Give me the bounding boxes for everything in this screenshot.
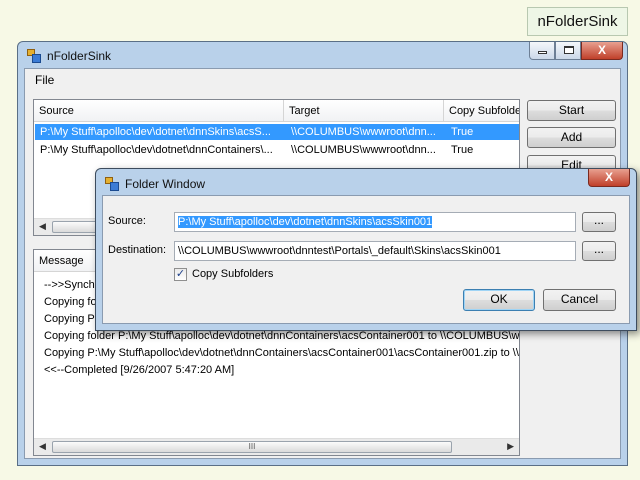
message-line: Copying P:\ bbox=[44, 313, 101, 325]
message-line: <<--Completed [9/26/2007 5:47:20 AM] bbox=[44, 364, 235, 376]
source-label: Source: bbox=[108, 215, 146, 227]
folder-window-dialog: Folder Window X Source: P:\My Stuff\apol… bbox=[95, 168, 637, 331]
row-target: \\COLUMBUS\wwwroot\dnn... bbox=[291, 144, 436, 156]
menu-file[interactable]: File bbox=[35, 73, 54, 87]
checkmark-icon: ✓ bbox=[175, 268, 186, 280]
folder-row[interactable]: P:\My Stuff\apolloc\dev\dotnet\dnnSkins\… bbox=[35, 124, 519, 140]
main-window-title: nFolderSink bbox=[47, 49, 112, 63]
copy-subfolders-checkbox[interactable]: ✓ bbox=[174, 268, 187, 281]
arrow-left-icon[interactable]: ◀ bbox=[39, 441, 46, 452]
message-log-hscrollbar[interactable]: ◀ III ▶ bbox=[34, 438, 519, 455]
app-icon bbox=[27, 49, 41, 63]
close-icon: X bbox=[597, 43, 606, 57]
folder-row[interactable]: P:\My Stuff\apolloc\dev\dotnet\dnnContai… bbox=[35, 142, 519, 158]
column-copy-subfolders[interactable]: Copy Subfolde bbox=[444, 100, 519, 122]
arrow-left-icon[interactable]: ◀ bbox=[39, 221, 46, 232]
row-source: P:\My Stuff\apolloc\dev\dotnet\dnnContai… bbox=[40, 144, 273, 156]
minimize-icon bbox=[538, 51, 547, 54]
arrow-right-icon[interactable]: ▶ bbox=[507, 441, 514, 452]
dialog-client-area: Source: P:\My Stuff\apolloc\dev\dotnet\d… bbox=[102, 195, 630, 324]
minimize-button[interactable] bbox=[529, 42, 555, 60]
destination-input-value: \\COLUMBUS\wwwroot\dnntest\Portals\_defa… bbox=[178, 245, 501, 257]
destination-label: Destination: bbox=[108, 244, 167, 256]
scroll-grip: III bbox=[248, 442, 256, 451]
dialog-title: Folder Window bbox=[125, 177, 206, 191]
main-title-bar[interactable]: nFolderSink X bbox=[18, 42, 627, 68]
source-input[interactable]: P:\My Stuff\apolloc\dev\dotnet\dnnSkins\… bbox=[174, 212, 576, 232]
row-copy-subfolders: True bbox=[451, 126, 474, 138]
source-input-value: P:\My Stuff\apolloc\dev\dotnet\dnnSkins\… bbox=[178, 216, 433, 228]
dialog-title-bar[interactable]: Folder Window X bbox=[96, 169, 636, 195]
folder-list-header: Source Target Copy Subfolde bbox=[34, 100, 519, 122]
close-icon: X bbox=[604, 170, 613, 184]
source-browse-button[interactable]: ... bbox=[582, 212, 616, 232]
column-source[interactable]: Source bbox=[34, 100, 284, 122]
maximize-icon bbox=[564, 46, 574, 54]
message-log-scroll-thumb[interactable]: III bbox=[52, 441, 452, 453]
menu-bar: File bbox=[25, 69, 620, 91]
row-source: P:\My Stuff\apolloc\dev\dotnet\dnnSkins\… bbox=[40, 126, 271, 138]
dialog-close-button[interactable]: X bbox=[588, 169, 630, 187]
maximize-button[interactable] bbox=[555, 42, 581, 60]
column-target[interactable]: Target bbox=[284, 100, 444, 122]
close-button[interactable]: X bbox=[581, 42, 623, 60]
start-button[interactable]: Start bbox=[527, 100, 616, 121]
destination-browse-button[interactable]: ... bbox=[582, 241, 616, 261]
add-button[interactable]: Add bbox=[527, 127, 616, 148]
brand-label: nFolderSink bbox=[527, 7, 628, 36]
copy-subfolders-label[interactable]: Copy Subfolders bbox=[192, 268, 273, 280]
cancel-button[interactable]: Cancel bbox=[543, 289, 616, 311]
app-icon bbox=[105, 177, 119, 191]
row-target: \\COLUMBUS\wwwroot\dnn... bbox=[291, 126, 436, 138]
row-copy-subfolders: True bbox=[451, 144, 474, 156]
destination-input[interactable]: \\COLUMBUS\wwwroot\dnntest\Portals\_defa… bbox=[174, 241, 576, 261]
message-line: Copying P:\My Stuff\apolloc\dev\dotnet\d… bbox=[44, 347, 519, 359]
ok-button[interactable]: OK bbox=[463, 289, 535, 311]
